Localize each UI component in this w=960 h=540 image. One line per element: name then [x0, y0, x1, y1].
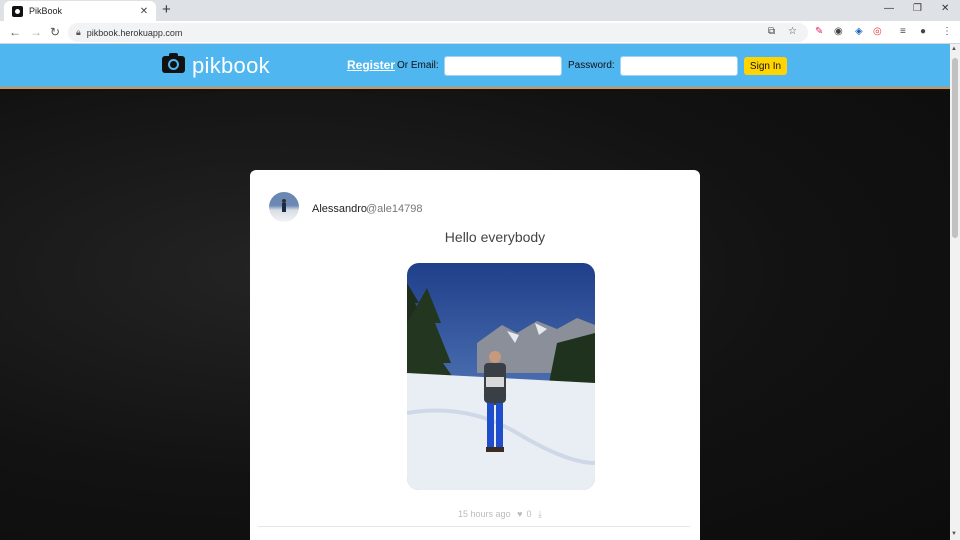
forward-button[interactable]: →: [30, 25, 42, 39]
translate-icon[interactable]: ⧉: [768, 26, 775, 37]
like-count: 0: [526, 509, 532, 519]
post-photo[interactable]: [407, 263, 595, 490]
address-bar[interactable]: 🔒︎ pikbook.herokuapp.com: [68, 23, 808, 42]
camera-favicon-icon: [12, 5, 23, 17]
mountain-photo-image: [407, 263, 595, 490]
new-tab-button[interactable]: +: [162, 2, 171, 18]
extension-icon[interactable]: ✎: [815, 26, 823, 37]
post-meta: 15 hours ago ♥ 0 ⤓: [250, 509, 750, 520]
email-label: Or Email:: [397, 60, 439, 71]
divider: [258, 526, 690, 527]
browser-toolbar: ← → ↻ 🔒︎ pikbook.herokuapp.com ⧉ ☆ ✎ ◉ ◈…: [0, 21, 960, 44]
bookmark-star-icon[interactable]: ☆: [788, 26, 797, 37]
avatar[interactable]: [269, 192, 299, 222]
author-name[interactable]: Alessandro: [312, 203, 367, 215]
reload-button[interactable]: ↻: [50, 25, 60, 39]
password-label: Password:: [568, 60, 615, 71]
post-card: Alessandro @ale14798 Hello everybody 15 …: [250, 170, 700, 540]
post-text: Hello everybody: [444, 229, 546, 245]
close-window-button[interactable]: ✕: [941, 3, 949, 14]
author-handle[interactable]: @ale14798: [366, 203, 422, 215]
post-time: 15 hours ago: [458, 509, 511, 519]
tab-title: PikBook: [29, 6, 63, 16]
like-heart-icon[interactable]: ♥: [517, 509, 522, 519]
camera-logo-icon[interactable]: [162, 53, 185, 73]
menu-kebab-icon[interactable]: ⋮: [942, 26, 952, 37]
download-icon[interactable]: ⤓: [538, 509, 542, 519]
logo-text[interactable]: pikbook: [192, 53, 270, 79]
scroll-up-icon[interactable]: ▲: [951, 46, 957, 52]
profile-icon[interactable]: ●: [920, 26, 926, 37]
extension-icon[interactable]: ◉: [834, 26, 843, 37]
lock-icon: 🔒︎: [76, 27, 81, 37]
sign-in-button[interactable]: Sign In: [744, 57, 787, 75]
register-link[interactable]: Register: [347, 58, 395, 72]
back-button[interactable]: ←: [9, 25, 21, 39]
scrollbar-thumb[interactable]: [952, 58, 958, 238]
reading-list-icon[interactable]: ≡: [900, 26, 906, 37]
password-field[interactable]: [620, 56, 738, 76]
site-header: pikbook Register Or Email: Password: Sig…: [0, 44, 950, 89]
minimize-button[interactable]: —: [884, 3, 894, 14]
browser-tab[interactable]: PikBook ✕: [4, 1, 156, 21]
email-field[interactable]: [444, 56, 562, 76]
avatar-image: [282, 199, 286, 212]
scroll-down-icon[interactable]: ▼: [951, 531, 957, 537]
restore-button[interactable]: ❐: [913, 3, 922, 14]
url-text: pikbook.herokuapp.com: [86, 27, 183, 38]
browser-tabbar: PikBook ✕ + — ❐ ✕: [0, 0, 960, 21]
extension-icon[interactable]: ◎: [873, 26, 882, 37]
extension-icon[interactable]: ◈: [855, 26, 863, 37]
tab-close-icon[interactable]: ✕: [138, 6, 150, 17]
